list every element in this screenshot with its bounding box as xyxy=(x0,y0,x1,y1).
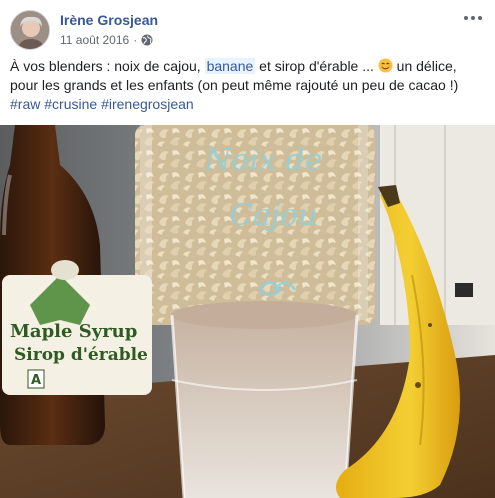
bottle-label-2: Sirop d'érable xyxy=(14,345,148,365)
author-name[interactable]: Irène Grosjean xyxy=(60,12,158,28)
globe-icon[interactable] xyxy=(141,34,153,46)
smiling-face-emoji-icon xyxy=(378,58,393,73)
text-fragment: un délice, xyxy=(392,58,457,74)
bottle-label-1: Maple Syrup xyxy=(10,321,137,342)
highlighted-word[interactable]: banane xyxy=(204,58,256,74)
post-photo[interactable]: Noix de Cajou Maple Syrup Sirop d'érable… xyxy=(0,125,495,498)
hashtag-raw[interactable]: #raw xyxy=(10,96,40,112)
text-fragment: et sirop d'érable ... xyxy=(255,58,378,74)
hashtag-crusine[interactable]: #crusine xyxy=(44,96,97,112)
jar-writing-2: Cajou xyxy=(230,198,318,233)
photo-illustration: Noix de Cajou Maple Syrup Sirop d'érable… xyxy=(0,125,495,498)
meta-separator: · xyxy=(133,33,138,47)
more-options-dot xyxy=(478,16,482,20)
avatar[interactable] xyxy=(10,10,50,50)
post-text: À vos blenders : noix de cajou, banane e… xyxy=(10,57,485,114)
hashtag-line: #raw #crusine #irenegrosjean xyxy=(10,95,485,114)
post-date[interactable]: 11 août 2016 xyxy=(60,33,129,47)
post-text-line-2: pour les grands et les enfants (on peut … xyxy=(10,77,459,93)
more-options-icon xyxy=(464,16,468,20)
jar-writing-1: Noix de xyxy=(204,143,322,178)
bottle-badge: A xyxy=(31,373,41,388)
more-options-dot xyxy=(471,16,475,20)
text-fragment: À vos blenders : noix de cajou, xyxy=(10,58,205,74)
post-meta: 11 août 2016 · xyxy=(60,33,153,47)
more-options-button[interactable] xyxy=(461,8,485,28)
post-text-line-1: À vos blenders : noix de cajou, banane e… xyxy=(10,57,485,76)
post-header: Irène Grosjean 11 août 2016 · xyxy=(0,0,495,52)
hashtag-irenegrosjean[interactable]: #irenegrosjean xyxy=(101,96,194,112)
